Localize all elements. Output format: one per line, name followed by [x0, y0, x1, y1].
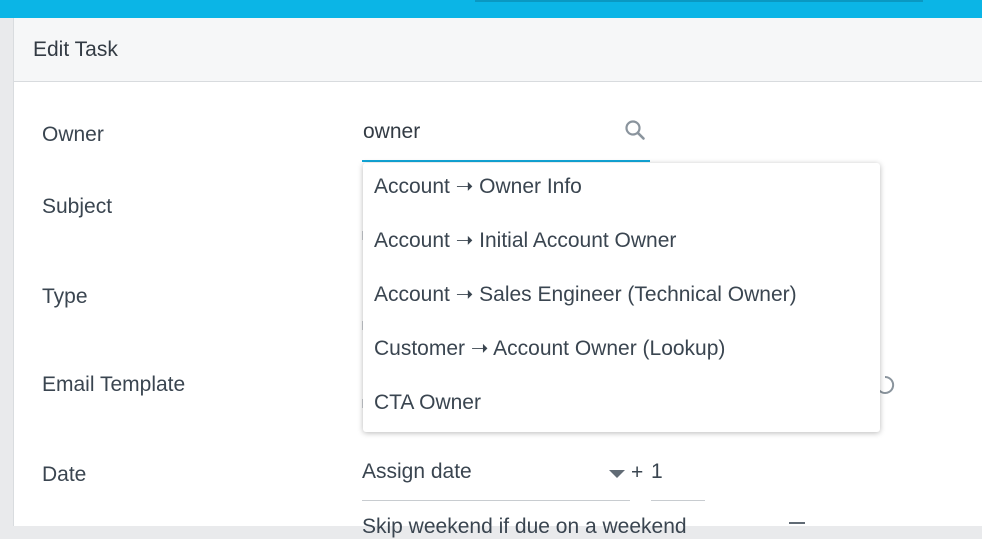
subject-label: Subject [42, 195, 113, 218]
dropdown-item-account-owner-info[interactable]: Account ➝ Owner Info [374, 167, 582, 207]
skip-weekend-select[interactable]: Skip weekend if due on a weekend [362, 515, 687, 539]
chevron-down-icon[interactable] [609, 470, 625, 478]
top-search-bar[interactable] [475, 0, 923, 2]
date-select[interactable]: Assign date [362, 456, 630, 501]
panel-title: Edit Task [33, 38, 118, 61]
date-plus-sign: + [631, 461, 644, 484]
owner-label: Owner [42, 123, 104, 146]
dropdown-item-customer-account-owner[interactable]: Customer ➝ Account Owner (Lookup) [374, 329, 725, 369]
search-icon[interactable] [624, 119, 646, 141]
date-label: Date [42, 463, 87, 486]
owner-suggestions-dropdown: Account ➝ Owner Info Account ➝ Initial A… [363, 163, 880, 432]
email-template-label: Email Template [42, 373, 186, 396]
skip-weekend-caret-icon[interactable] [789, 522, 805, 524]
date-select-value: Assign date [362, 460, 472, 483]
dropdown-item-account-sales-engineer[interactable]: Account ➝ Sales Engineer (Technical Owne… [374, 275, 797, 315]
date-offset-value[interactable]: 1 [651, 460, 663, 484]
top-bar [0, 0, 982, 18]
type-label: Type [42, 285, 88, 308]
dropdown-item-cta-owner[interactable]: CTA Owner [374, 383, 481, 423]
owner-search-value[interactable]: owner [363, 120, 420, 144]
dropdown-item-account-initial-account-owner[interactable]: Account ➝ Initial Account Owner [374, 221, 676, 261]
date-offset-input[interactable]: 1 [651, 456, 705, 501]
edit-task-panel: Edit Task Owner Subject Type Email Templ… [13, 18, 982, 538]
owner-search-input[interactable]: owner [362, 116, 650, 162]
panel-header: Edit Task [14, 18, 982, 82]
